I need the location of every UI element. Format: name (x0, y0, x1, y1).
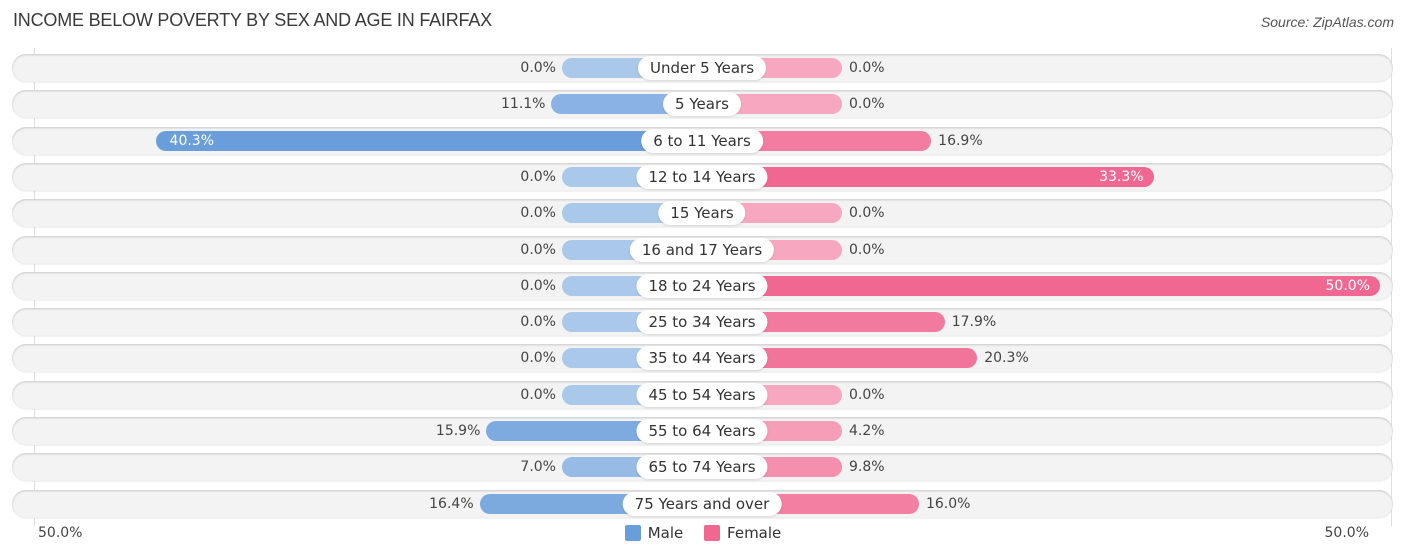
category-label: 6 to 11 Years (641, 129, 763, 153)
value-label-male: 0.0% (520, 205, 556, 221)
value-label-male: 0.0% (520, 387, 556, 403)
value-label-female: 33.3% (1099, 169, 1144, 185)
value-label-male: 0.0% (520, 350, 556, 366)
value-label-female: 0.0% (849, 242, 885, 258)
category-label: 16 and 17 Years (629, 238, 775, 262)
bar-female (702, 276, 1380, 296)
category-label: 15 Years (658, 201, 746, 225)
value-label-female: 0.0% (849, 60, 885, 76)
value-label-male: 7.0% (520, 459, 556, 475)
category-label: 45 to 54 Years (636, 383, 768, 407)
category-label: 65 to 74 Years (636, 455, 768, 479)
category-label: Under 5 Years (637, 56, 767, 80)
category-label: 18 to 24 Years (636, 274, 768, 298)
value-label-female: 0.0% (849, 387, 885, 403)
value-label-female: 0.0% (849, 96, 885, 112)
value-label-female: 4.2% (849, 423, 885, 439)
value-label-male: 0.0% (520, 278, 556, 294)
value-label-male: 0.0% (520, 169, 556, 185)
value-label-female: 9.8% (849, 459, 885, 475)
value-label-male: 15.9% (435, 423, 481, 439)
value-label-female: 16.0% (925, 496, 971, 512)
value-label-male: 0.0% (520, 60, 556, 76)
value-label-male: 0.0% (520, 314, 556, 330)
value-label-female: 20.3% (984, 350, 1029, 366)
legend-label-female: Female (727, 524, 782, 542)
value-label-male: 40.3% (169, 133, 215, 149)
value-label-male: 0.0% (520, 242, 556, 258)
legend-item-female: Female (704, 524, 781, 542)
value-label-female: 0.0% (849, 205, 885, 221)
value-label-female: 50.0% (1325, 278, 1370, 294)
value-label-male: 16.4% (429, 496, 474, 512)
category-label: 35 to 44 Years (636, 346, 768, 370)
category-label: 5 Years (663, 92, 741, 116)
value-label-female: 17.9% (951, 314, 997, 330)
chart-area: 0.0% 0.0% Under 5 Years 11.1% 0.0% 5 Years 40.… (0, 0, 1406, 559)
legend: Male Female (0, 524, 1406, 545)
legend-swatch-male (624, 525, 641, 541)
bar-female (702, 167, 1154, 187)
category-label: 55 to 64 Years (636, 419, 768, 443)
category-label: 75 Years and over (622, 492, 782, 516)
legend-swatch-female (704, 525, 721, 541)
value-label-male: 11.1% (501, 96, 546, 112)
category-label: 12 to 14 Years (636, 165, 768, 189)
bar-male (155, 131, 702, 151)
category-label: 25 to 34 Years (636, 310, 768, 334)
legend-label-male: Male (647, 524, 684, 542)
legend-item-male: Male (624, 524, 684, 542)
value-label-female: 16.9% (938, 133, 983, 149)
